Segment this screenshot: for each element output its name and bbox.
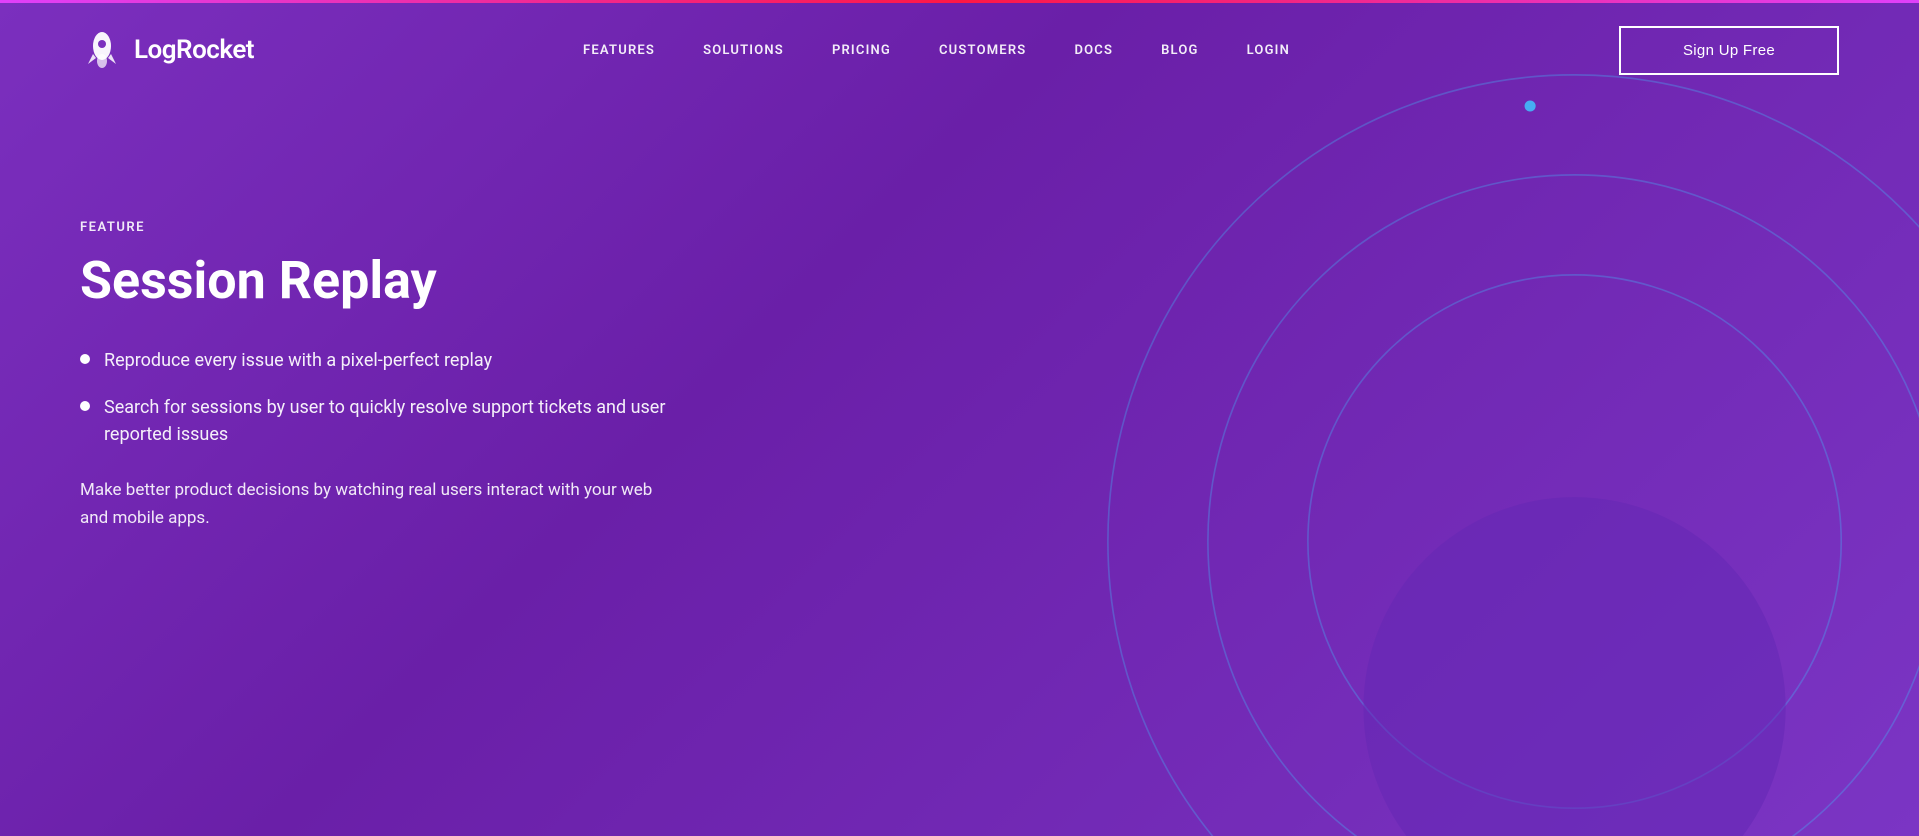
bullet-dot-2 xyxy=(80,401,90,411)
navbar: LogRocket FEATURES SOLUTIONS PRICING CUS… xyxy=(0,0,1919,100)
hero-bullets: Reproduce every issue with a pixel-perfe… xyxy=(80,347,680,448)
logo-text: LogRocket xyxy=(134,35,254,65)
navbar-cta: Sign Up Free xyxy=(1619,26,1839,75)
hero-title: Session Replay xyxy=(80,251,680,311)
nav-solutions[interactable]: SOLUTIONS xyxy=(703,43,784,58)
logo-area: LogRocket xyxy=(80,28,254,72)
bullet-dot-1 xyxy=(80,354,90,364)
nav-pricing[interactable]: PRICING xyxy=(832,43,891,58)
logrocket-logo-icon xyxy=(80,28,124,72)
nav-login[interactable]: LOGIN xyxy=(1247,43,1290,58)
bullet-text-1: Reproduce every issue with a pixel-perfe… xyxy=(104,347,492,374)
bg-decoration xyxy=(1019,0,1919,836)
nav-docs[interactable]: DOCS xyxy=(1074,43,1113,58)
hero-description: Make better product decisions by watchin… xyxy=(80,476,680,532)
hero-section: FEATURE Session Replay Reproduce every i… xyxy=(0,100,760,532)
bullet-item-2: Search for sessions by user to quickly r… xyxy=(80,394,680,448)
nav-customers[interactable]: CUSTOMERS xyxy=(939,43,1026,58)
nav-links: FEATURES SOLUTIONS PRICING CUSTOMERS DOC… xyxy=(583,43,1290,58)
nav-blog[interactable]: BLOG xyxy=(1161,43,1199,58)
nav-features[interactable]: FEATURES xyxy=(583,43,655,58)
signup-button[interactable]: Sign Up Free xyxy=(1619,26,1839,75)
bullet-text-2: Search for sessions by user to quickly r… xyxy=(104,394,680,448)
bullet-item-1: Reproduce every issue with a pixel-perfe… xyxy=(80,347,680,374)
page-wrapper: LogRocket FEATURES SOLUTIONS PRICING CUS… xyxy=(0,0,1919,836)
feature-label: FEATURE xyxy=(80,220,680,235)
